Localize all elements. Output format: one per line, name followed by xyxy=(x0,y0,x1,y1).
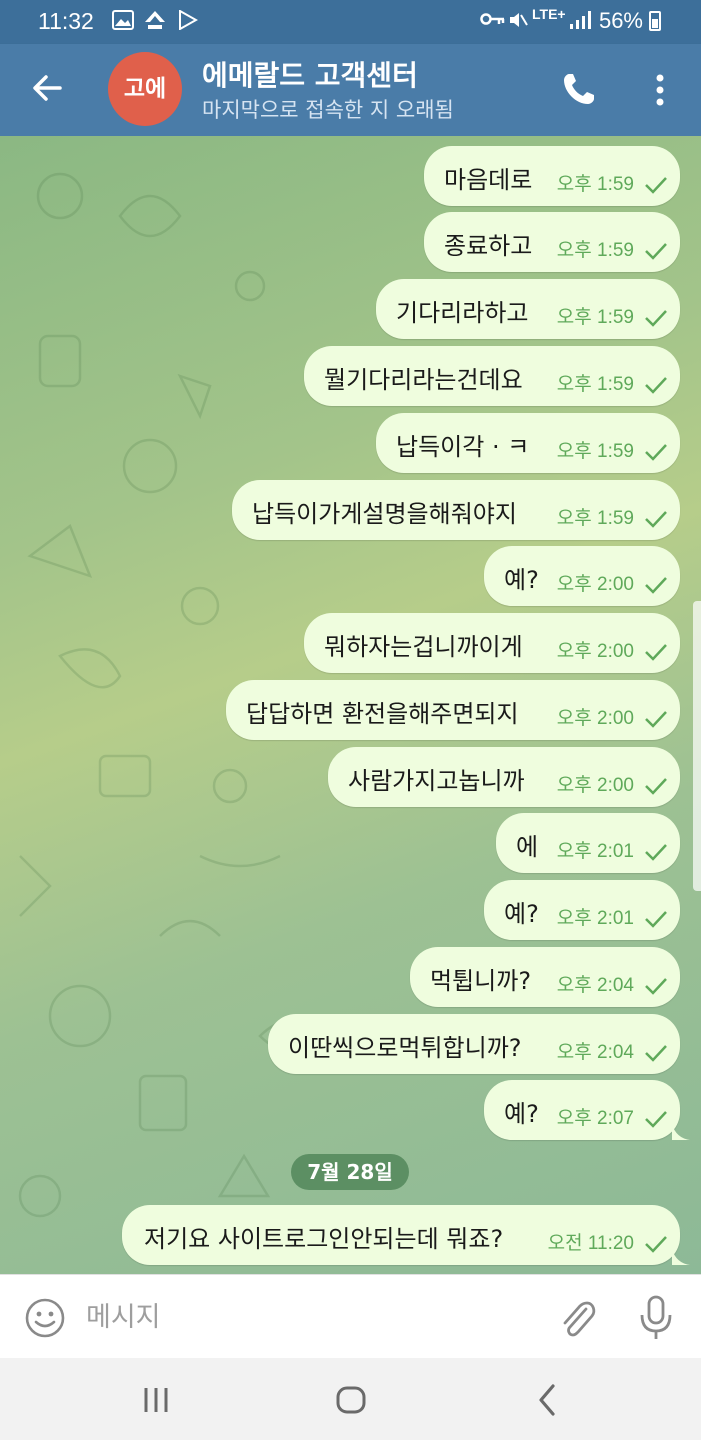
message-bubble[interactable]: 저기요 사이트로그인안되는데 뭐죠? 오전 11:20 xyxy=(122,1205,690,1265)
message-bubble[interactable]: 이딴씩으로먹튀합니까? 오후 2:04 xyxy=(268,1014,680,1074)
message-bubble[interactable]: 사람가지고놉니까 오후 2:00 xyxy=(328,747,680,807)
chat-area[interactable]: 마음데로 오후 1:59 종료하고 오후 1:59 기다리라하고 오후 1:59… xyxy=(0,136,701,1274)
message-time: 오후 2:01 xyxy=(556,908,634,929)
message-time: 오후 1:59 xyxy=(556,307,634,328)
message-bubble[interactable]: 답답하면 환전을해주면되지 오후 2:00 xyxy=(226,680,680,740)
key-icon xyxy=(480,13,505,25)
message-time: 오후 2:00 xyxy=(556,574,634,595)
message-bubble[interactable]: 종료하고 오후 1:59 xyxy=(424,212,680,272)
message-bubble[interactable]: 예? 오후 2:00 xyxy=(484,546,680,606)
read-check-icon xyxy=(645,1236,667,1253)
message-bubble[interactable]: 마음데로 오후 1:59 xyxy=(424,146,680,206)
read-check-icon xyxy=(645,177,667,194)
chat-header: 고에 에메랄드 고객센터 마지막으로 접속한 지 오래됨 xyxy=(0,44,701,136)
message-text: 먹튑니까? xyxy=(430,967,532,995)
message-text: 예? xyxy=(504,566,539,594)
attach-icon[interactable] xyxy=(556,1295,598,1341)
read-check-icon xyxy=(645,978,667,995)
read-check-icon xyxy=(645,1045,667,1062)
app-notification-icon xyxy=(145,11,165,29)
message-text: 답답하면 환전을해주면되지 xyxy=(246,700,519,728)
system-nav-bar xyxy=(0,1358,701,1440)
message-time: 오후 2:04 xyxy=(556,975,634,996)
message-text: 종료하고 xyxy=(444,232,533,260)
read-check-icon xyxy=(645,511,667,528)
message-bubble[interactable]: 예? 오후 2:07 xyxy=(484,1080,690,1140)
message-time: 오후 2:01 xyxy=(556,841,634,862)
bubble-tail xyxy=(672,1124,690,1140)
recent-apps-icon[interactable] xyxy=(136,1380,176,1420)
read-check-icon xyxy=(645,1111,667,1128)
read-check-icon xyxy=(645,310,667,327)
read-check-icon xyxy=(645,778,667,795)
message-text: 예? xyxy=(504,900,539,928)
message-bubble[interactable]: 먹튑니까? 오후 2:04 xyxy=(410,947,680,1007)
home-icon[interactable] xyxy=(331,1380,371,1420)
date-separator: 7월 28일 xyxy=(291,1154,409,1190)
mute-icon xyxy=(510,13,528,27)
message-bubble[interactable]: 납득이각 · ㅋ 오후 1:59 xyxy=(376,413,680,473)
microphone-icon[interactable] xyxy=(636,1293,676,1343)
message-time: 오후 2:00 xyxy=(556,641,634,662)
message-text: 납득이각 · ㅋ xyxy=(396,433,530,461)
status-time: 11:32 xyxy=(38,8,94,34)
message-text: 납득이가게설명을해줘야지 xyxy=(252,500,517,528)
bubble-tail xyxy=(672,1249,690,1265)
message-time: 오후 2:00 xyxy=(556,708,634,729)
message-input[interactable] xyxy=(86,1295,526,1339)
emoji-icon[interactable] xyxy=(24,1297,66,1339)
back-nav-icon[interactable] xyxy=(528,1380,568,1420)
message-text: 뭘기다리라는건데요 xyxy=(324,366,523,394)
battery-percent: 56% xyxy=(598,8,643,33)
battery-icon xyxy=(649,11,661,31)
scrollbar[interactable] xyxy=(693,601,701,891)
message-time: 오후 2:04 xyxy=(556,1042,634,1063)
read-check-icon xyxy=(645,711,667,728)
message-time: 오후 2:00 xyxy=(556,775,634,796)
message-time: 오후 1:59 xyxy=(556,240,634,261)
message-time: 오후 1:59 xyxy=(556,174,634,195)
back-arrow-icon[interactable] xyxy=(28,68,68,108)
play-store-icon xyxy=(179,10,198,30)
message-time: 오후 2:07 xyxy=(556,1108,634,1129)
more-options-icon[interactable] xyxy=(648,70,672,110)
signal-icon xyxy=(570,11,591,29)
message-bubble[interactable]: 납득이가게설명을해줘야지 오후 1:59 xyxy=(232,480,680,540)
read-check-icon xyxy=(645,377,667,394)
read-check-icon xyxy=(645,911,667,928)
chat-title[interactable]: 에메랄드 고객센터 xyxy=(202,54,418,94)
read-check-icon xyxy=(645,644,667,661)
read-check-icon xyxy=(645,577,667,594)
phone-icon[interactable] xyxy=(560,70,598,108)
gallery-icon xyxy=(112,10,134,30)
message-time: 오후 1:59 xyxy=(556,441,634,462)
network-type: LTE+ xyxy=(532,6,566,22)
status-bar: 11:32 LTE+ 56% xyxy=(0,0,701,44)
read-check-icon xyxy=(645,444,667,461)
message-time: 오후 1:59 xyxy=(556,508,634,529)
message-text: 저기요 사이트로그인안되는데 뭐죠? xyxy=(144,1225,504,1253)
message-time: 오전 11:20 xyxy=(547,1233,634,1254)
avatar[interactable]: 고에 xyxy=(108,52,182,126)
message-text: 이딴씩으로먹튀합니까? xyxy=(288,1034,522,1062)
message-text: 기다리라하고 xyxy=(396,299,529,327)
message-bubble[interactable]: 에 오후 2:01 xyxy=(496,813,680,873)
message-time: 오후 1:59 xyxy=(556,374,634,395)
message-text: 뭐하자는겁니까이게 xyxy=(324,633,523,661)
message-composer xyxy=(0,1274,701,1358)
last-seen-status: 마지막으로 접속한 지 오래됨 xyxy=(202,98,454,122)
message-bubble[interactable]: 예? 오후 2:01 xyxy=(484,880,680,940)
read-check-icon xyxy=(645,844,667,861)
message-bubble[interactable]: 뭘기다리라는건데요 오후 1:59 xyxy=(304,346,680,406)
message-text: 사람가지고놉니까 xyxy=(348,767,525,795)
message-text: 에 xyxy=(516,833,539,861)
message-bubble[interactable]: 기다리라하고 오후 1:59 xyxy=(376,279,680,339)
message-bubble[interactable]: 뭐하자는겁니까이게 오후 2:00 xyxy=(304,613,680,673)
read-check-icon xyxy=(645,243,667,260)
message-text: 예? xyxy=(504,1100,539,1128)
message-text: 마음데로 xyxy=(444,166,533,194)
